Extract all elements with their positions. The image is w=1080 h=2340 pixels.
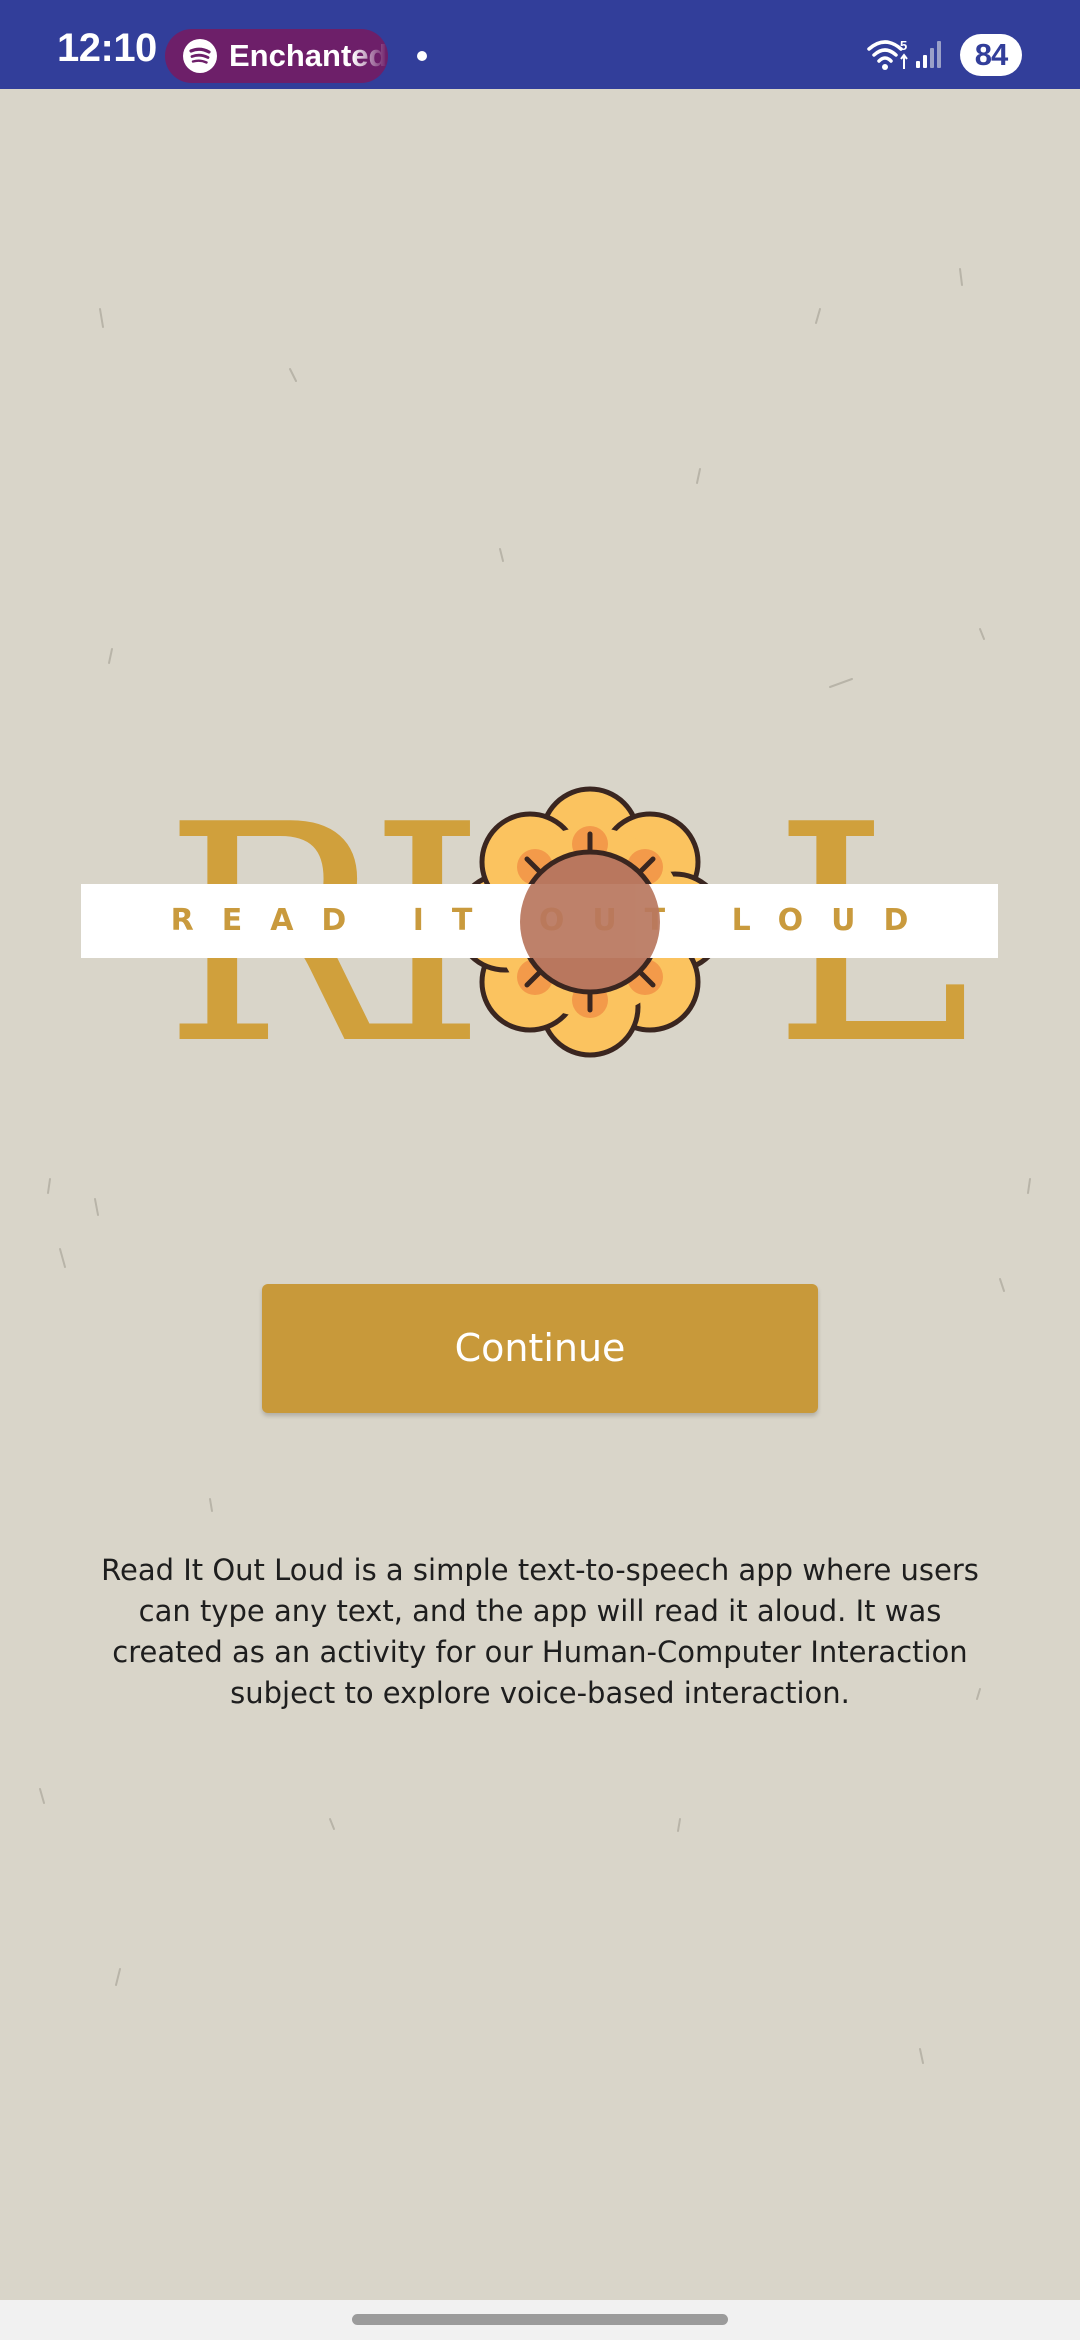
notification-dot-icon: [417, 51, 427, 61]
media-title: Enchanted: [229, 38, 388, 73]
media-notification-pill[interactable]: Enchanted: [165, 29, 388, 83]
paper-background: [0, 89, 1080, 2300]
battery-icon: 84: [960, 34, 1022, 76]
battery-level: 84: [974, 37, 1008, 72]
status-time: 12:10: [57, 26, 157, 70]
wifi-band-label: 5: [900, 38, 907, 53]
home-gesture-handle[interactable]: [352, 2314, 728, 2325]
app-description: Read It Out Loud is a simple text-to-spe…: [101, 1553, 979, 1710]
continue-button[interactable]: Continue: [262, 1284, 818, 1413]
spotify-icon: [183, 39, 217, 73]
status-bar: 12:10 Enchanted 5 84: [0, 0, 1080, 89]
wifi-icon: 5: [866, 38, 910, 76]
signal-icon: [914, 40, 944, 74]
navigation-bar: [0, 2300, 1080, 2340]
